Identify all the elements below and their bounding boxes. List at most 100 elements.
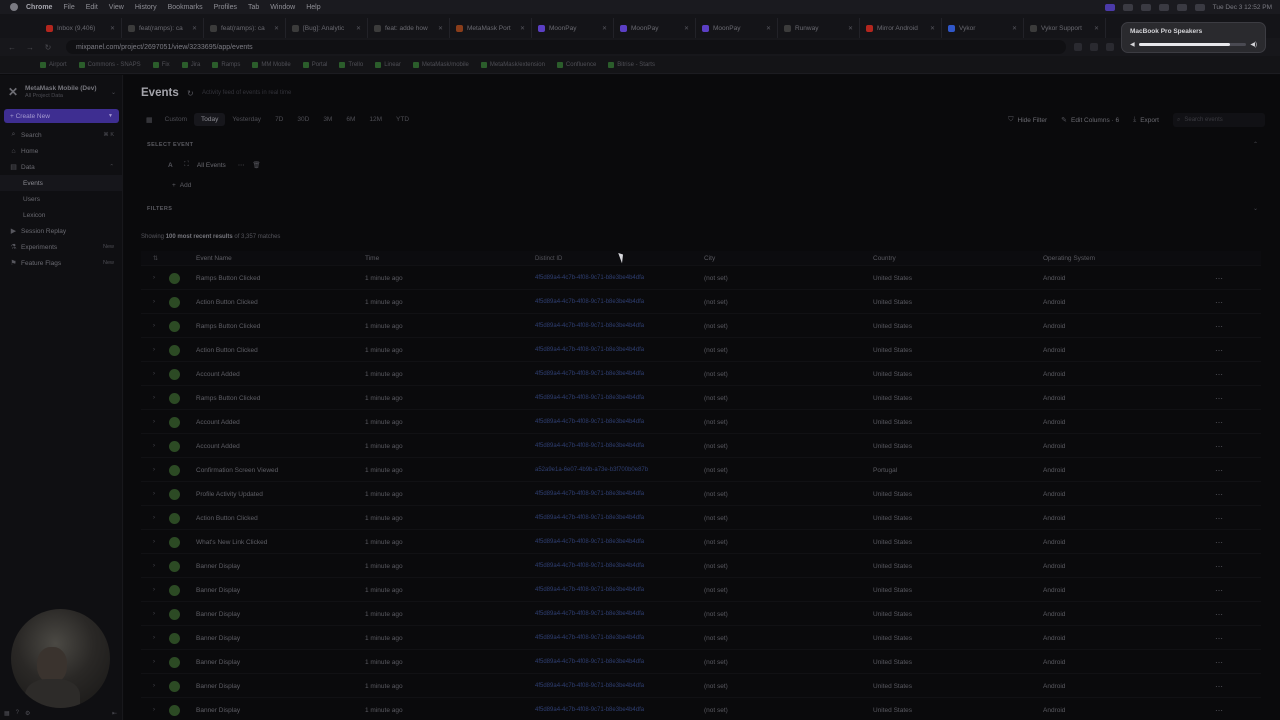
- browser-tab[interactable]: MoonPay ✕: [532, 18, 614, 38]
- chevron-right-icon[interactable]: ›: [153, 674, 155, 698]
- tray-icon[interactable]: [1140, 3, 1151, 11]
- sidebar-item-home[interactable]: ⌂ Home: [0, 143, 122, 159]
- table-row[interactable]: › Banner Display 1 minute ago 4f5d89a4-4c7b…: [141, 626, 1261, 650]
- column-event-name[interactable]: Event Name: [196, 251, 232, 266]
- cell-distinct-id[interactable]: a52a9e1a-6e07-4b9b-a73e-b3f700b0e87b: [535, 458, 648, 482]
- bookmark-item[interactable]: Ramps: [212, 61, 240, 68]
- browser-tab[interactable]: Inbox (9,406) ✕: [40, 18, 122, 38]
- cell-distinct-id[interactable]: 4f5d89a4-4c7b-4f08-9c71-b8e3be4b4dfa: [535, 482, 644, 506]
- menu-view[interactable]: View: [109, 4, 124, 11]
- cell-distinct-id[interactable]: 4f5d89a4-4c7b-4f08-9c71-b8e3be4b4dfa: [535, 626, 644, 650]
- table-row[interactable]: › Account Added 1 minute ago 4f5d89a4-4c7b-…: [141, 410, 1261, 434]
- sidebar-item-experiments[interactable]: ⚗ Experiments New: [0, 239, 122, 255]
- table-row[interactable]: › Confirmation Screen Viewed 1 minute ago a…: [141, 458, 1261, 482]
- extension-icon[interactable]: [1090, 43, 1098, 51]
- chevron-right-icon[interactable]: ›: [153, 458, 155, 482]
- cell-distinct-id[interactable]: 4f5d89a4-4c7b-4f08-9c71-b8e3be4b4dfa: [535, 674, 644, 698]
- cell-distinct-id[interactable]: 4f5d89a4-4c7b-4f08-9c71-b8e3be4b4dfa: [535, 530, 644, 554]
- chevron-right-icon[interactable]: ›: [153, 650, 155, 674]
- more-icon[interactable]: ⋯: [238, 161, 245, 169]
- create-new-button[interactable]: + Create New ▼: [4, 109, 119, 123]
- sidebar-item-events[interactable]: Events: [0, 175, 122, 191]
- tab-close-icon[interactable]: ✕: [274, 25, 279, 32]
- row-more-icon[interactable]: ⋯: [1215, 434, 1223, 458]
- hide-filter-button[interactable]: ⛉ Hide Filter: [1008, 116, 1047, 124]
- cell-distinct-id[interactable]: 4f5d89a4-4c7b-4f08-9c71-b8e3be4b4dfa: [535, 290, 644, 314]
- column-country[interactable]: Country: [873, 251, 896, 266]
- row-more-icon[interactable]: ⋯: [1215, 482, 1223, 506]
- column-distinct-id[interactable]: Distinct ID: [535, 251, 562, 266]
- cell-distinct-id[interactable]: 4f5d89a4-4c7b-4f08-9c71-b8e3be4b4dfa: [535, 698, 644, 720]
- bookmark-item[interactable]: Bitrise - Starts: [608, 61, 655, 68]
- range-custom[interactable]: Custom: [158, 113, 194, 126]
- volume-slider[interactable]: [1138, 43, 1247, 46]
- bookmark-item[interactable]: Portal: [302, 61, 327, 68]
- all-events-dropdown[interactable]: All Events: [197, 162, 226, 169]
- browser-tab[interactable]: feat: adde how ✕: [368, 18, 450, 38]
- chevron-down-icon[interactable]: ⌄: [1253, 205, 1258, 212]
- tab-close-icon[interactable]: ✕: [1094, 25, 1099, 32]
- table-row[interactable]: › Ramps Button Clicked 1 minute ago 4f5d89a…: [141, 266, 1261, 290]
- table-row[interactable]: › Account Added 1 minute ago 4f5d89a4-4c7b-…: [141, 434, 1261, 458]
- table-row[interactable]: › Profile Activity Updated 1 minute ago 4f5…: [141, 482, 1261, 506]
- bookmark-item[interactable]: Linear: [375, 61, 401, 68]
- table-row[interactable]: › Action Button Clicked 1 minute ago 4f5d89…: [141, 290, 1261, 314]
- chevron-right-icon[interactable]: ›: [153, 386, 155, 410]
- row-more-icon[interactable]: ⋯: [1215, 290, 1223, 314]
- row-more-icon[interactable]: ⋯: [1215, 362, 1223, 386]
- table-row[interactable]: › Banner Display 1 minute ago 4f5d89a4-4c7b…: [141, 698, 1261, 720]
- menu-edit[interactable]: Edit: [86, 4, 98, 11]
- browser-tab[interactable]: feat(ramps): ca ✕: [122, 18, 204, 38]
- sidebar-item-search[interactable]: ⌕ Search ⌘ K: [0, 127, 122, 143]
- tab-close-icon[interactable]: ✕: [438, 25, 443, 32]
- bookmark-item[interactable]: Jira: [181, 61, 200, 68]
- help-icon[interactable]: ?: [16, 710, 19, 716]
- browser-tab[interactable]: Runway ✕: [778, 18, 860, 38]
- browser-tab[interactable]: Vykor ✕: [942, 18, 1024, 38]
- cell-distinct-id[interactable]: 4f5d89a4-4c7b-4f08-9c71-b8e3be4b4dfa: [535, 506, 644, 530]
- row-more-icon[interactable]: ⋯: [1215, 410, 1223, 434]
- row-more-icon[interactable]: ⋯: [1215, 338, 1223, 362]
- table-row[interactable]: › Account Added 1 minute ago 4f5d89a4-4c7b-…: [141, 362, 1261, 386]
- table-row[interactable]: › Action Button Clicked 1 minute ago 4f5d89…: [141, 506, 1261, 530]
- export-button[interactable]: ⤓ Export: [1133, 116, 1159, 124]
- chevron-right-icon[interactable]: ›: [153, 554, 155, 578]
- menu-help[interactable]: Help: [306, 4, 320, 11]
- tab-close-icon[interactable]: ✕: [192, 25, 197, 32]
- table-row[interactable]: › Banner Display 1 minute ago 4f5d89a4-4c7b…: [141, 554, 1261, 578]
- row-more-icon[interactable]: ⋯: [1215, 602, 1223, 626]
- address-bar[interactable]: mixpanel.com/project/2697051/view/323369…: [66, 40, 1066, 54]
- row-more-icon[interactable]: ⋯: [1215, 578, 1223, 602]
- apps-grid-icon[interactable]: ▦: [4, 710, 10, 717]
- table-row[interactable]: › Banner Display 1 minute ago 4f5d89a4-4c7b…: [141, 578, 1261, 602]
- tab-close-icon[interactable]: ✕: [520, 25, 525, 32]
- chevron-right-icon[interactable]: ›: [153, 338, 155, 362]
- cell-distinct-id[interactable]: 4f5d89a4-4c7b-4f08-9c71-b8e3be4b4dfa: [535, 578, 644, 602]
- table-row[interactable]: › Banner Display 1 minute ago 4f5d89a4-4c7b…: [141, 650, 1261, 674]
- tray-icon[interactable]: [1122, 3, 1133, 11]
- search-input[interactable]: ⌕ Search events: [1173, 113, 1265, 127]
- row-more-icon[interactable]: ⋯: [1215, 266, 1223, 290]
- chevron-right-icon[interactable]: ›: [153, 698, 155, 720]
- cell-distinct-id[interactable]: 4f5d89a4-4c7b-4f08-9c71-b8e3be4b4dfa: [535, 362, 644, 386]
- cell-distinct-id[interactable]: 4f5d89a4-4c7b-4f08-9c71-b8e3be4b4dfa: [535, 554, 644, 578]
- table-row[interactable]: › Action Button Clicked 1 minute ago 4f5d89…: [141, 338, 1261, 362]
- range-ytd[interactable]: YTD: [389, 113, 416, 126]
- tray-icon[interactable]: [1158, 3, 1169, 11]
- tab-close-icon[interactable]: ✕: [848, 25, 853, 32]
- table-row[interactable]: › Ramps Button Clicked 1 minute ago 4f5d89a…: [141, 386, 1261, 410]
- project-switcher[interactable]: ✕ MetaMask Mobile (Dev) All Project Data…: [0, 75, 122, 105]
- collapse-sidebar-icon[interactable]: ⇤: [112, 710, 117, 717]
- browser-tab[interactable]: Mirror Android ✕: [860, 18, 942, 38]
- sidebar-item-users[interactable]: Users: [0, 191, 122, 207]
- range-today[interactable]: Today: [194, 113, 226, 126]
- cell-distinct-id[interactable]: 4f5d89a4-4c7b-4f08-9c71-b8e3be4b4dfa: [535, 434, 644, 458]
- chevron-right-icon[interactable]: ›: [153, 602, 155, 626]
- chevron-right-icon[interactable]: ›: [153, 362, 155, 386]
- row-more-icon[interactable]: ⋯: [1215, 626, 1223, 650]
- sort-icon[interactable]: ⇅: [153, 251, 158, 266]
- range-7d[interactable]: 7D: [268, 113, 290, 126]
- back-icon[interactable]: ←: [6, 42, 18, 52]
- row-more-icon[interactable]: ⋯: [1215, 386, 1223, 410]
- range-12m[interactable]: 12M: [362, 113, 389, 126]
